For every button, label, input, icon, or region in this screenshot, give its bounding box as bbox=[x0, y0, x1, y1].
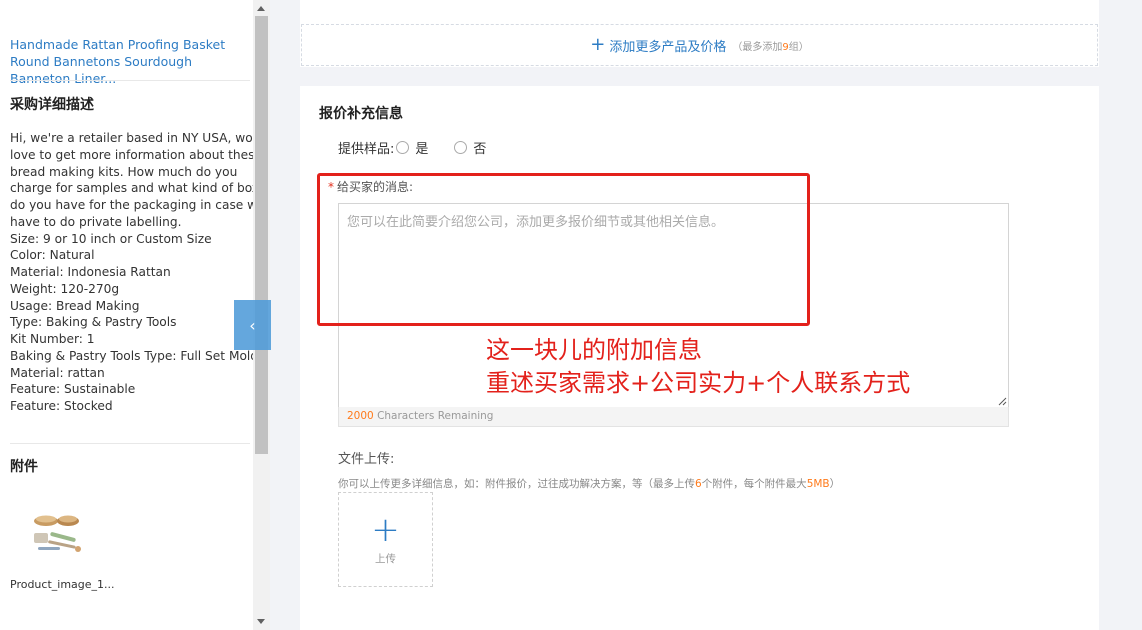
description-line: do you have for the packaging in case we bbox=[10, 198, 253, 212]
description-line: love to get more information about these bbox=[10, 147, 253, 162]
description-line: Material: rattan bbox=[10, 365, 105, 380]
annotation-highlight-box bbox=[317, 173, 810, 326]
scroll-up-arrow-icon[interactable] bbox=[257, 6, 265, 11]
attachment-filename[interactable]: Product_image_1... bbox=[10, 578, 115, 591]
sample-no-radio[interactable] bbox=[454, 141, 468, 154]
annotation-line-1: 这一块儿的附加信息 bbox=[486, 336, 702, 364]
add-more-label: 添加更多产品及价格 bbox=[609, 39, 727, 55]
add-more-limit-note: （最多添加9组） bbox=[732, 41, 809, 53]
upload-button[interactable]: + 上传 bbox=[338, 492, 433, 587]
description-line: Color: Natural bbox=[10, 248, 95, 263]
description-line: Kit Number: 1 bbox=[10, 332, 95, 346]
annotation-line-2: 重述买家需求+公司实力+个人联系方式 bbox=[486, 369, 911, 397]
characters-remaining-counter: 2000 Characters Remaining bbox=[338, 407, 1009, 427]
description-line: Feature: Stocked bbox=[10, 399, 113, 413]
provide-sample-row: 提供样品: 是 否 bbox=[338, 138, 510, 157]
purchase-description: Hi, we're a retailer based in NY USA, wo… bbox=[10, 130, 253, 415]
description-line: Baking & Pastry Tools Type: Full Set Mol… bbox=[10, 348, 253, 363]
sample-yes-option[interactable]: 是 bbox=[394, 138, 428, 157]
scroll-down-arrow-icon[interactable] bbox=[257, 619, 265, 624]
attachment-thumbnail-image[interactable] bbox=[28, 507, 86, 559]
file-upload-label: 文件上传: bbox=[338, 452, 395, 467]
divider bbox=[10, 80, 250, 81]
description-line: Weight: 120-270g bbox=[10, 281, 120, 296]
annotation-text: 这一块儿的附加信息 重述买家需求+公司实力+个人联系方式 bbox=[486, 334, 910, 400]
section-title: 报价补充信息 bbox=[319, 106, 403, 122]
chevron-left-icon: ‹ bbox=[249, 315, 256, 335]
description-line: Usage: Bread Making bbox=[10, 298, 140, 313]
description-line: bread making kits. How much do you bbox=[10, 164, 238, 179]
provide-sample-label: 提供样品: bbox=[338, 142, 395, 157]
upload-button-label: 上传 bbox=[375, 553, 396, 565]
file-upload-hint: 你可以上传更多详细信息，如：附件报价，过往成功解决方案，等（最多上传6个附件，每… bbox=[338, 478, 841, 490]
description-line: Hi, we're a retailer based in NY USA, wo… bbox=[10, 131, 253, 145]
collapse-sidebar-button[interactable]: ‹ bbox=[234, 300, 271, 350]
resize-handle-icon[interactable] bbox=[997, 396, 1007, 406]
description-line: have to do private labelling. bbox=[10, 214, 182, 229]
description-line: Material: Indonesia Rattan bbox=[10, 265, 171, 279]
left-sidebar: Handmade Rattan Proofing Basket Round Ba… bbox=[0, 0, 253, 630]
description-line: Size: 9 or 10 inch or Custom Size bbox=[10, 231, 212, 246]
description-heading: 采购详细描述 bbox=[10, 97, 94, 113]
divider bbox=[10, 443, 250, 444]
plus-icon: + bbox=[371, 510, 400, 550]
attachments-heading: 附件 bbox=[10, 459, 38, 475]
sample-yes-radio[interactable] bbox=[396, 141, 410, 154]
add-more-products-button[interactable]: + 添加更多产品及价格 （最多添加9组） bbox=[301, 24, 1098, 66]
plus-icon: + bbox=[590, 34, 606, 55]
description-line: Feature: Sustainable bbox=[10, 382, 136, 397]
scrollbar-thumb[interactable] bbox=[255, 16, 268, 454]
description-line: charge for samples and what kind of box bbox=[10, 181, 253, 196]
sample-no-option[interactable]: 否 bbox=[452, 138, 486, 157]
description-line: Type: Baking & Pastry Tools bbox=[10, 315, 177, 330]
